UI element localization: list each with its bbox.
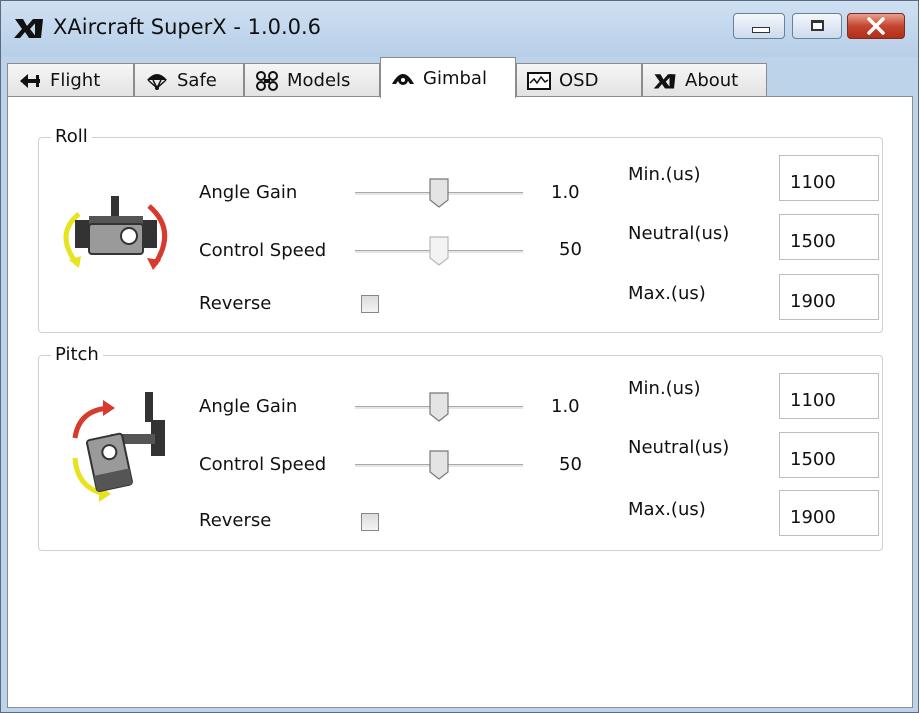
pitch-reverse-label: Reverse <box>199 510 272 531</box>
roll-max-label: Max.(us) <box>628 283 706 304</box>
close-icon <box>867 17 885 35</box>
osd-monitor-icon <box>527 71 551 90</box>
roll-angle-gain-label: Angle Gain <box>199 182 298 203</box>
tab-safe[interactable]: Safe <box>134 63 244 97</box>
tab-about[interactable]: About <box>642 63 767 97</box>
maximize-icon <box>811 20 824 31</box>
roll-reverse-checkbox[interactable] <box>361 295 379 313</box>
pitch-neutral-input[interactable] <box>779 432 879 478</box>
parachute-icon <box>147 73 167 90</box>
roll-min-input[interactable] <box>779 155 879 201</box>
tab-label: OSD <box>559 70 599 91</box>
pitch-control-speed-slider[interactable] <box>355 448 523 484</box>
pitch-min-label: Min.(us) <box>628 378 701 399</box>
pitch-group: Pitch Angle Gain 1.0 Control Speed 50 Re… <box>38 344 883 551</box>
window-title: XAircraft SuperX - 1.0.0.6 <box>53 15 322 39</box>
app-window: XAircraft SuperX - 1.0.0.6 Flight Safe M… <box>0 0 919 713</box>
pitch-max-input[interactable] <box>779 490 879 536</box>
pitch-max-label: Max.(us) <box>628 499 706 520</box>
roll-group: Roll Angle Gain 1.0 Control Speed 50 Rev… <box>38 126 883 333</box>
tab-osd[interactable]: OSD <box>516 63 642 97</box>
roll-control-speed-label: Control Speed <box>199 240 327 261</box>
pitch-control-speed-label: Control Speed <box>199 454 327 475</box>
tab-label: About <box>685 70 739 91</box>
plane-icon <box>20 73 40 88</box>
quadcopter-icon <box>256 70 278 91</box>
pitch-angle-gain-label: Angle Gain <box>199 396 298 417</box>
pitch-gimbal-icon <box>72 392 165 502</box>
pitch-legend: Pitch <box>51 344 103 365</box>
minimize-icon <box>752 27 770 33</box>
slider-thumb[interactable] <box>429 236 449 266</box>
tab-label: Gimbal <box>423 67 487 89</box>
slider-thumb[interactable] <box>429 450 449 480</box>
roll-control-speed-value: 50 <box>559 239 582 260</box>
title-bar[interactable]: XAircraft SuperX - 1.0.0.6 <box>1 1 918 57</box>
pitch-neutral-label: Neutral(us) <box>628 437 730 458</box>
slider-thumb[interactable] <box>429 178 449 208</box>
gimbal-panel: Roll Angle Gain 1.0 Control Speed 50 Rev… <box>7 96 913 708</box>
tab-bar: Flight Safe Models Gimbal OSD About <box>7 57 913 98</box>
maximize-button[interactable] <box>792 13 842 39</box>
slider-thumb[interactable] <box>429 392 449 422</box>
roll-neutral-input[interactable] <box>779 214 879 260</box>
roll-gimbal-icon <box>63 196 168 270</box>
roll-neutral-label: Neutral(us) <box>628 223 730 244</box>
tab-flight[interactable]: Flight <box>7 63 134 97</box>
roll-legend: Roll <box>51 126 92 147</box>
pitch-reverse-checkbox[interactable] <box>361 513 379 531</box>
close-button[interactable] <box>847 13 905 39</box>
roll-angle-gain-value: 1.0 <box>551 182 580 203</box>
roll-control-speed-slider[interactable] <box>355 234 523 270</box>
pitch-angle-gain-value: 1.0 <box>551 396 580 417</box>
tab-label: Safe <box>177 70 217 91</box>
tab-models[interactable]: Models <box>244 63 380 97</box>
roll-reverse-label: Reverse <box>199 293 272 314</box>
roll-angle-gain-slider[interactable] <box>355 176 523 212</box>
xa-logo-icon <box>14 19 43 38</box>
tab-gimbal[interactable]: Gimbal <box>380 57 516 98</box>
pitch-min-input[interactable] <box>779 373 879 419</box>
pitch-control-speed-value: 50 <box>559 454 582 475</box>
roll-max-input[interactable] <box>779 274 879 320</box>
minimize-button[interactable] <box>733 13 785 39</box>
tab-label: Flight <box>50 70 101 91</box>
pitch-angle-gain-slider[interactable] <box>355 390 523 426</box>
tab-label: Models <box>287 70 351 91</box>
gimbal-icon <box>392 74 414 85</box>
roll-min-label: Min.(us) <box>628 164 701 185</box>
xa-logo-icon <box>653 73 676 88</box>
